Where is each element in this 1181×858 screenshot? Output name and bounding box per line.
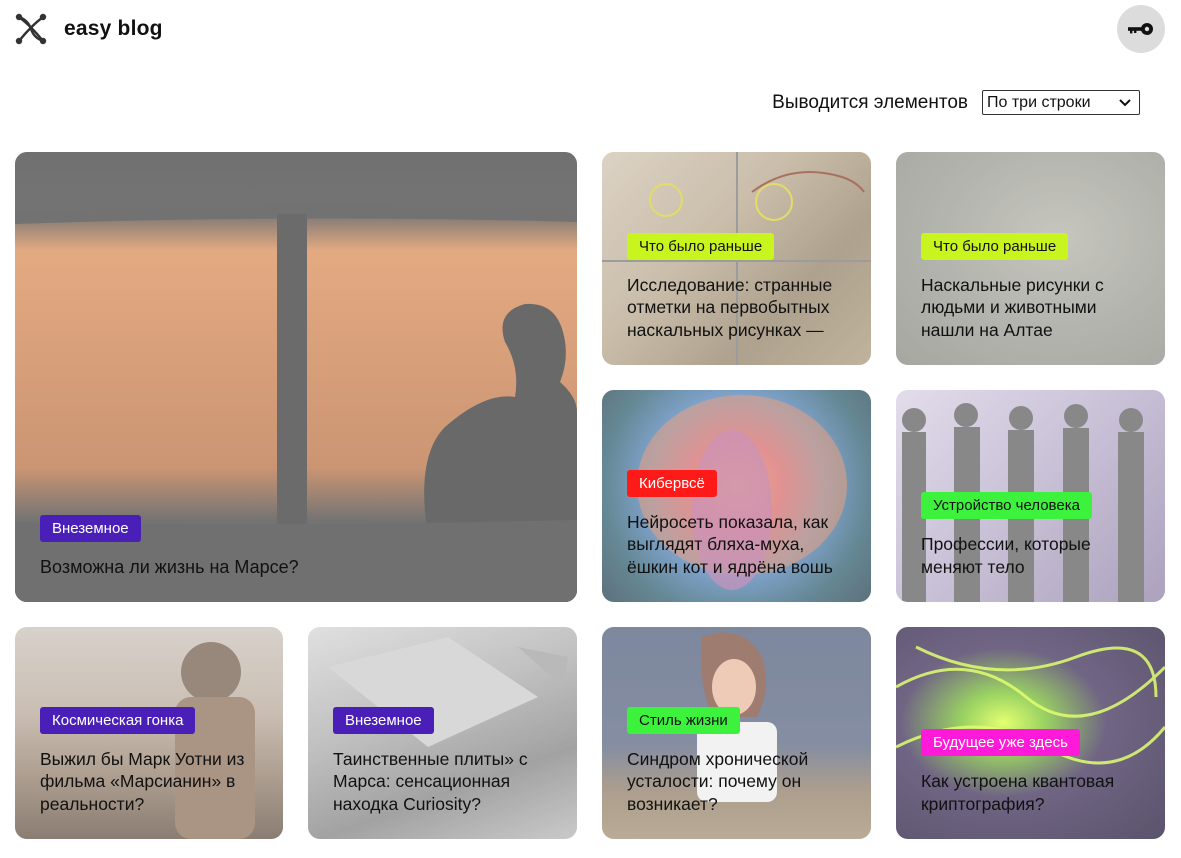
article-card[interactable]: Внеземное Таинственные плиты» с Марса: с…: [308, 627, 577, 839]
rows-select-value: По три строки: [987, 93, 1091, 111]
display-controls: Выводится элементов По три строки: [772, 90, 1140, 115]
category-tag[interactable]: Стиль жизни: [627, 706, 740, 734]
header: easy blog: [0, 0, 1181, 60]
card-content: Космическая гонка Выжил бы Марк Уотни из…: [40, 706, 263, 816]
card-title[interactable]: Возможна ли жизнь на Марсе?: [40, 556, 557, 579]
category-tag[interactable]: Что было раньше: [921, 232, 1069, 260]
category-tag[interactable]: Внеземное: [333, 706, 434, 734]
card-content: Что было раньше Исследование: странные о…: [627, 232, 851, 342]
card-title[interactable]: Профессии, которые меняют тело: [921, 533, 1145, 578]
category-tag[interactable]: Кибервсё: [627, 469, 717, 497]
category-tag[interactable]: Внеземное: [40, 514, 141, 542]
card-content: Кибервсё Нейросеть показала, как выглядя…: [627, 469, 851, 579]
category-tag[interactable]: Космическая гонка: [40, 706, 196, 734]
article-card[interactable]: Что было раньше Наскальные рисунки с люд…: [896, 152, 1165, 365]
rows-select[interactable]: По три строки: [982, 90, 1140, 115]
card-title[interactable]: Наскальные рисунки с людьми и животными …: [921, 274, 1145, 342]
network-logo-icon[interactable]: [14, 12, 48, 46]
card-title[interactable]: Таинственные плиты» с Марса: сенсационна…: [333, 748, 557, 816]
category-tag[interactable]: Устройство человека: [921, 492, 1092, 519]
article-card[interactable]: Что было раньше Исследование: странные о…: [602, 152, 871, 365]
card-content: Будущее уже здесь Как устроена квантовая…: [921, 729, 1145, 815]
article-card[interactable]: Будущее уже здесь Как устроена квантовая…: [896, 627, 1165, 839]
card-content: Внеземное Таинственные плиты» с Марса: с…: [333, 706, 557, 816]
card-content: Устройство человека Профессии, которые м…: [921, 492, 1145, 578]
card-content: Стиль жизни Синдром хронической усталост…: [627, 706, 851, 816]
article-card[interactable]: Стиль жизни Синдром хронической усталост…: [602, 627, 871, 839]
article-card[interactable]: Устройство человека Профессии, которые м…: [896, 390, 1165, 602]
card-title[interactable]: Выжил бы Марк Уотни из фильма «Марсианин…: [40, 748, 263, 816]
card-title[interactable]: Исследование: странные отметки на первоб…: [627, 274, 851, 342]
card-content: Что было раньше Наскальные рисунки с люд…: [921, 232, 1145, 342]
category-tag[interactable]: Будущее уже здесь: [921, 729, 1080, 756]
article-card[interactable]: Кибервсё Нейросеть показала, как выглядя…: [602, 390, 871, 602]
login-button[interactable]: [1117, 5, 1165, 53]
article-card[interactable]: Космическая гонка Выжил бы Марк Уотни из…: [15, 627, 283, 839]
card-content: Внеземное Возможна ли жизнь на Марсе?: [40, 514, 557, 579]
chevron-down-icon: [1119, 98, 1131, 106]
card-title[interactable]: Как устроена квантовая криптография?: [921, 770, 1145, 815]
card-title[interactable]: Нейросеть показала, как выглядят бляха-м…: [627, 511, 851, 579]
key-icon: [1128, 23, 1153, 35]
brand-name[interactable]: easy blog: [64, 17, 163, 41]
article-card[interactable]: Внеземное Возможна ли жизнь на Марсе?: [15, 152, 577, 602]
items-count-label: Выводится элементов: [772, 91, 968, 113]
category-tag[interactable]: Что было раньше: [627, 232, 775, 260]
card-title[interactable]: Синдром хронической усталости: почему он…: [627, 748, 851, 816]
